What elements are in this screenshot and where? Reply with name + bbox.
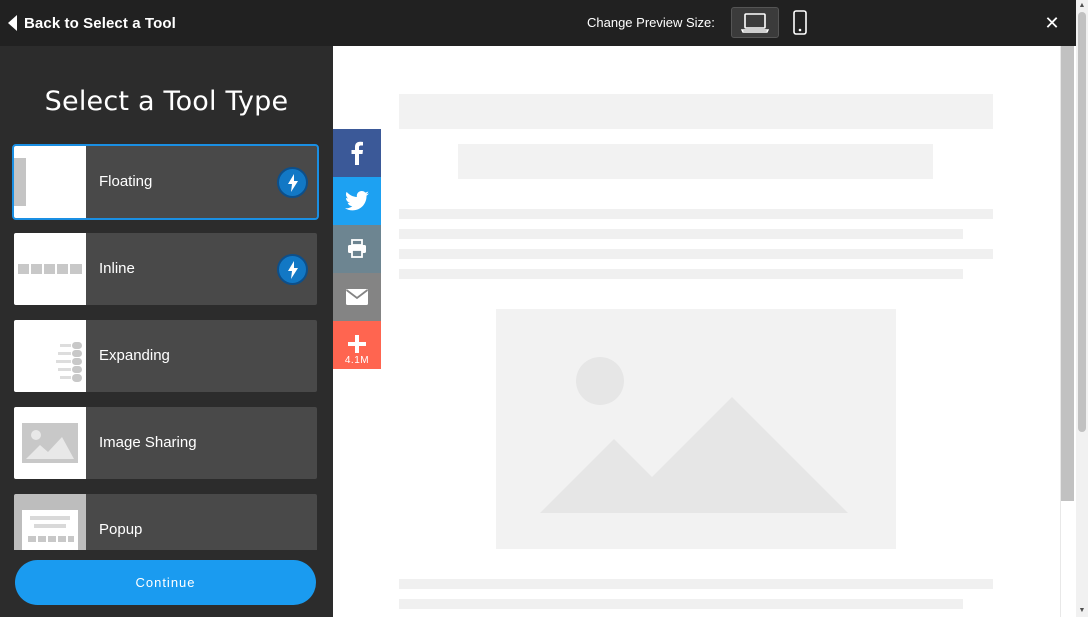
- tool-option-label: Image Sharing: [99, 434, 197, 451]
- placeholder-text-line: [399, 229, 963, 239]
- placeholder-text-line: [399, 269, 963, 279]
- facebook-share-button[interactable]: [333, 129, 381, 177]
- lightning-bolt-icon: [277, 254, 308, 285]
- floating-thumbnail: [14, 146, 86, 218]
- back-arrow-icon: [8, 15, 17, 31]
- email-icon: [345, 289, 369, 305]
- continue-footer: Continue: [0, 550, 333, 617]
- print-icon: [348, 239, 366, 258]
- lightning-bolt-icon: [277, 167, 308, 198]
- tool-option-inline[interactable]: Inline: [14, 233, 317, 305]
- preview-area: 4.1M: [333, 46, 1060, 617]
- email-share-button[interactable]: [333, 273, 381, 321]
- print-share-button[interactable]: [333, 225, 381, 273]
- close-icon[interactable]: ✕: [1043, 13, 1061, 33]
- image-placeholder-icon: [540, 357, 848, 513]
- placeholder-subtitle-bar: [458, 144, 933, 179]
- placeholder-text-line: [399, 599, 963, 609]
- placeholder-text-line: [399, 579, 993, 589]
- placeholder-title-bar: [399, 94, 993, 129]
- inline-thumbnail: [14, 233, 86, 305]
- scroll-up-arrow-icon[interactable]: ▲: [1076, 0, 1088, 12]
- tool-option-floating[interactable]: Floating: [12, 144, 319, 220]
- laptop-icon: [740, 12, 770, 33]
- panel-title: Select a Tool Type: [44, 86, 289, 117]
- twitter-icon: [345, 191, 369, 211]
- top-bar: Back to Select a Tool Change Preview Siz…: [0, 0, 1088, 46]
- expanding-thumbnail: [14, 320, 86, 392]
- placeholder-text-line: [399, 209, 993, 219]
- back-to-select-tool-link[interactable]: Back to Select a Tool: [8, 12, 176, 34]
- tool-option-expanding[interactable]: Expanding: [14, 320, 317, 392]
- placeholder-text-line: [399, 249, 993, 259]
- scroll-down-arrow-icon[interactable]: ▼: [1076, 605, 1088, 617]
- mobile-phone-icon: [793, 9, 807, 35]
- tool-type-panel: Select a Tool Type Floating Inline Expan…: [0, 46, 333, 617]
- plus-icon: [348, 335, 366, 353]
- tool-option-label: Expanding: [99, 347, 170, 364]
- back-link-label: Back to Select a Tool: [24, 14, 176, 32]
- mobile-preview-button[interactable]: [786, 7, 814, 38]
- twitter-share-button[interactable]: [333, 177, 381, 225]
- page-scrollbar-thumb[interactable]: [1078, 12, 1086, 432]
- placeholder-image: [496, 309, 896, 549]
- preview-size-label: Change Preview Size:: [587, 15, 715, 30]
- more-share-button[interactable]: 4.1M: [333, 321, 381, 369]
- tool-option-image-sharing[interactable]: Image Sharing: [14, 407, 317, 479]
- image-sharing-thumbnail: [14, 407, 86, 479]
- share-count: 4.1M: [344, 355, 370, 366]
- desktop-preview-button[interactable]: [731, 7, 779, 38]
- facebook-icon: [351, 141, 363, 165]
- preview-scrollbar-thumb[interactable]: [1061, 46, 1074, 501]
- continue-button[interactable]: Continue: [15, 560, 316, 605]
